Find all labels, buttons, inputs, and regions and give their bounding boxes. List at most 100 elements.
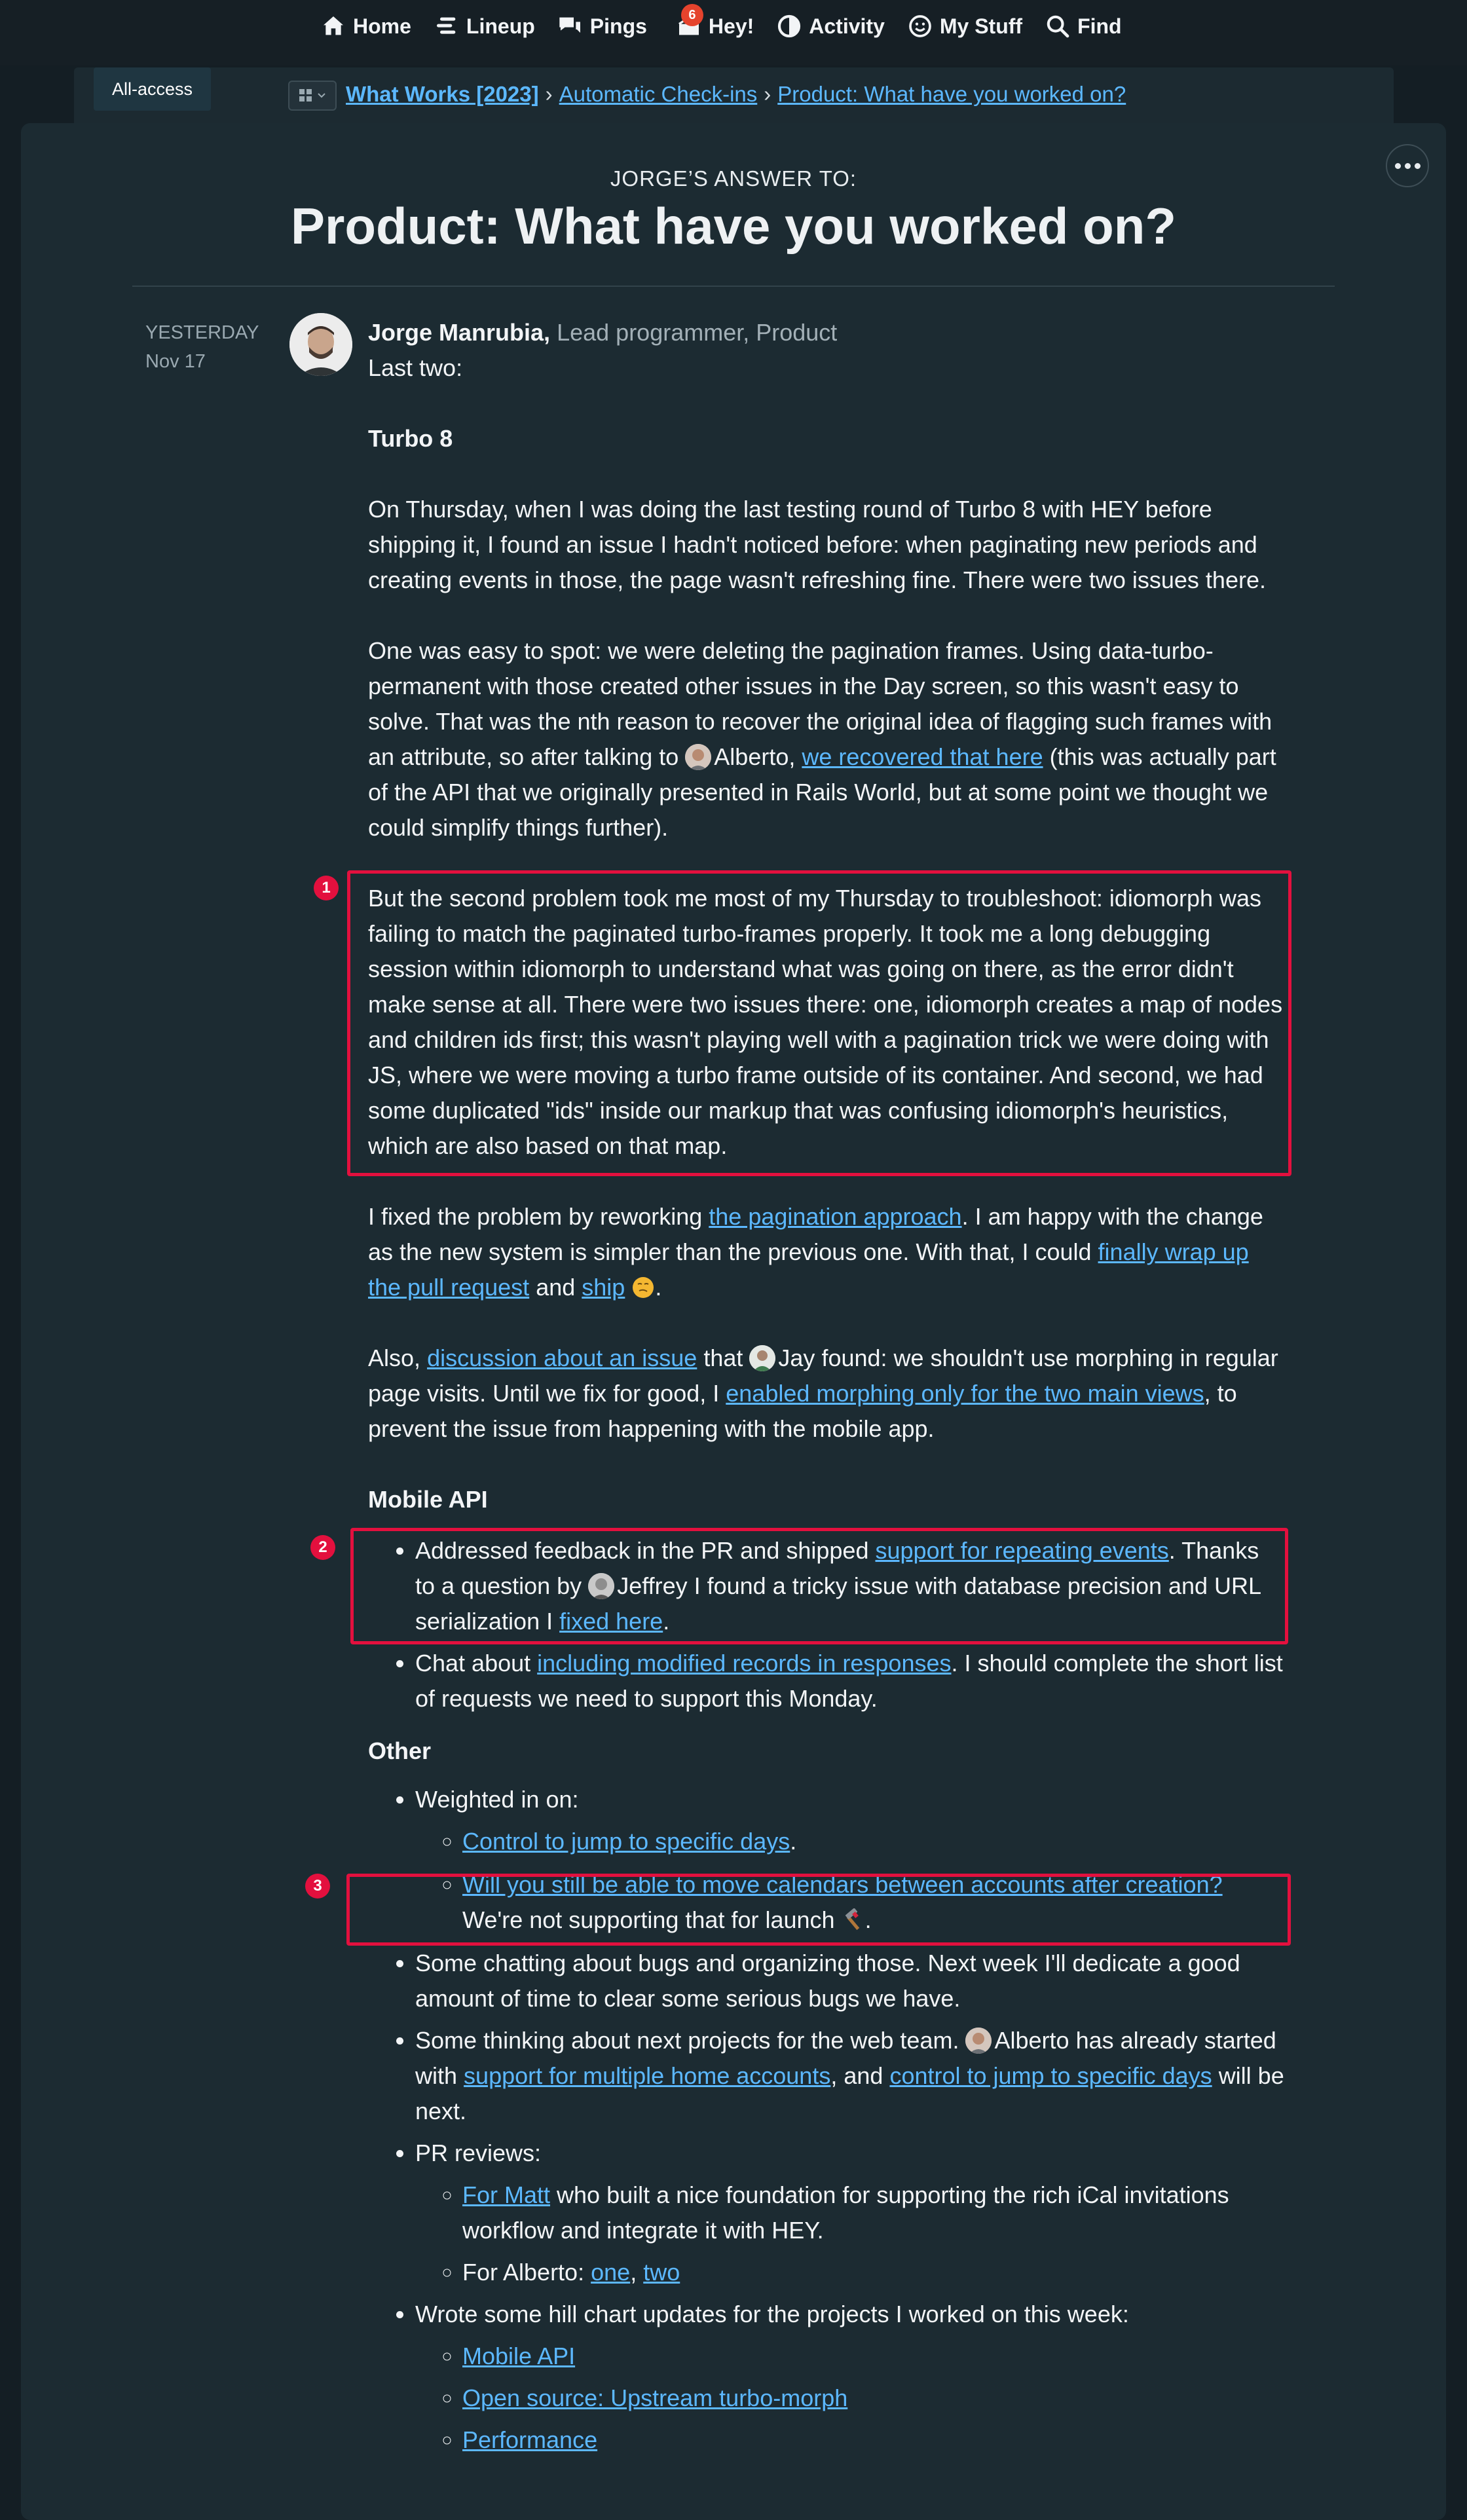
list-item-text: We're not supporting that for launch <box>462 1906 835 1933</box>
post-date: YESTERDAY Nov 17 <box>145 318 259 376</box>
nav-find[interactable]: Find <box>1042 7 1136 46</box>
list-item-text: . <box>790 1828 797 1855</box>
paragraph-4-text: and <box>536 1274 576 1301</box>
nav-home-label: Home <box>353 14 411 38</box>
paragraph-5-text: Also, <box>368 1344 421 1371</box>
nav-home[interactable]: Home <box>318 7 426 46</box>
post-content: Jorge Manrubia, Lead programmer, Product… <box>368 315 1285 2464</box>
intro-text: Last two: <box>368 354 463 381</box>
nav-pings[interactable]: Pings <box>555 7 661 46</box>
grid-icon <box>299 89 312 102</box>
pagination-link[interactable]: the pagination approach <box>709 1203 961 1230</box>
list-item: Control to jump to specific days. <box>462 1824 1285 1859</box>
paragraph-3: But the second problem took me most of m… <box>368 885 1283 1159</box>
mention-alberto[interactable]: Alberto <box>994 2027 1069 2054</box>
mention-jeffrey[interactable]: Jeffrey <box>617 1572 687 1599</box>
paragraph-1: On Thursday, when I was doing the last t… <box>368 496 1266 593</box>
ship-link[interactable]: ship <box>582 1274 625 1301</box>
post-date-relative: YESTERDAY <box>145 322 259 343</box>
annotation-number-2: 2 <box>310 1535 335 1560</box>
avatar[interactable] <box>588 1573 615 1599</box>
paragraph-2: One was easy to spot: we were deleting t… <box>368 633 1285 845</box>
paragraph-4: I fixed the problem by reworking the pag… <box>368 1199 1285 1305</box>
nav-lineup-label: Lineup <box>466 14 535 38</box>
list-item-text: Some thinking about next projects for th… <box>415 2027 959 2054</box>
list-item-text: Weighted in on: <box>415 1786 579 1813</box>
nav-find-label: Find <box>1077 14 1122 38</box>
review-one-link[interactable]: one <box>591 2259 630 2286</box>
jump-days-link[interactable]: Control to jump to specific days <box>462 1828 790 1855</box>
list-item: Will you still be able to move calendars… <box>462 1867 1285 1938</box>
smiley-icon <box>909 15 931 37</box>
paragraph-5-text: that <box>703 1344 743 1371</box>
paragraph-5: Also, discussion about an issue that Jay… <box>368 1341 1285 1447</box>
breadcrumb-project-link[interactable]: What Works [2023] <box>346 82 539 106</box>
project-switcher[interactable] <box>288 81 337 111</box>
review-two-link[interactable]: two <box>643 2259 680 2286</box>
list-item: Some chatting about bugs and organizing … <box>415 1946 1285 2016</box>
search-icon <box>1047 15 1069 38</box>
list-item: For Matt who built a nice foundation for… <box>462 2177 1285 2248</box>
mobile-api-list: Addressed feedback in the PR and shipped… <box>368 1533 1285 1716</box>
jump-days-link-2[interactable]: control to jump to specific days <box>889 2062 1212 2089</box>
list-item: Some thinking about next projects for th… <box>415 2023 1285 2129</box>
modified-records-link[interactable]: including modified records in responses <box>537 1650 951 1677</box>
annotation-number-1: 1 <box>314 876 339 900</box>
author-name[interactable]: Jorge Manrubia, <box>368 319 550 346</box>
nav-my-stuff[interactable]: My Stuff <box>904 7 1037 46</box>
breadcrumb-bar: All-access What Works [2023] › Automatic C… <box>74 67 1394 124</box>
page-title: Product: What have you worked on? <box>290 197 1177 255</box>
hill-performance-link[interactable]: Performance <box>462 2426 597 2453</box>
list-item-text: , and <box>830 2062 883 2089</box>
list-item: For Alberto: one, two <box>462 2255 1285 2290</box>
avatar[interactable] <box>685 744 712 770</box>
move-calendars-link[interactable]: Will you still be able to move calendars… <box>462 1871 1223 1898</box>
lineup-icon <box>436 17 456 34</box>
breadcrumb-separator: › <box>545 82 553 106</box>
morphing-link[interactable]: enabled morphing only for the two main v… <box>726 1380 1204 1407</box>
other-heading: Other <box>368 1737 432 1764</box>
for-matt-link[interactable]: For Matt <box>462 2181 550 2208</box>
nav-hey[interactable]: 6 Hey! <box>667 4 768 46</box>
recovered-link[interactable]: we recovered that here <box>802 743 1043 770</box>
sub-list: For Matt who built a nice foundation for… <box>415 2177 1285 2290</box>
mention-alberto[interactable]: Alberto, <box>714 743 795 770</box>
list-item-text: Chat about <box>415 1650 531 1677</box>
paragraph-4-text: I fixed the problem by reworking <box>368 1203 703 1230</box>
avatar[interactable] <box>965 2028 992 2054</box>
multiple-home-link[interactable]: support for multiple home accounts <box>464 2062 830 2089</box>
hill-turbo-morph-link[interactable]: Open source: Upstream turbo-morph <box>462 2384 847 2411</box>
list-item-text: . <box>663 1608 670 1635</box>
mention-jay[interactable]: Jay <box>778 1344 815 1371</box>
fixed-here-link[interactable]: fixed here <box>559 1608 663 1635</box>
list-item: Mobile API <box>462 2339 1285 2374</box>
answer-eyebrow: JORGE’S ANSWER TO: <box>610 166 857 191</box>
discussion-link[interactable]: discussion about an issue <box>427 1344 697 1371</box>
list-item-text: Wrote some hill chart updates for the pr… <box>415 2301 1129 2327</box>
breadcrumb-tool-link[interactable]: Automatic Check-ins <box>559 82 758 106</box>
chevron-down-icon <box>318 93 325 98</box>
list-item: Performance <box>462 2422 1285 2458</box>
list-item-text: For Alberto: <box>462 2259 585 2286</box>
turbo-heading: Turbo 8 <box>368 425 453 452</box>
list-item-text: . <box>864 1906 872 1933</box>
access-badge[interactable]: All-access <box>94 67 212 111</box>
nav-pings-label: Pings <box>589 14 647 38</box>
post-byline: Jorge Manrubia, Lead programmer, Product <box>368 315 1285 350</box>
avatar[interactable] <box>289 313 352 376</box>
nav-activity-label: Activity <box>809 14 885 38</box>
home-icon <box>324 16 343 35</box>
post-date-absolute: Nov 17 <box>145 351 206 372</box>
avatar[interactable] <box>749 1345 776 1371</box>
hill-mobile-api-link[interactable]: Mobile API <box>462 2343 575 2369</box>
list-item-text: PR reviews: <box>415 2140 542 2166</box>
nav-items: Home Lineup Pings 6 Hey! Activity My Stu… <box>318 4 1136 46</box>
breadcrumb-separator: › <box>764 82 771 106</box>
list-item: Chat about including modified records in… <box>415 1646 1285 1716</box>
nav-lineup[interactable]: Lineup <box>431 7 549 46</box>
breadcrumb-question-link[interactable]: Product: What have you worked on? <box>777 82 1126 106</box>
repeating-events-link[interactable]: support for repeating events <box>876 1537 1169 1564</box>
nav-activity[interactable]: Activity <box>773 7 899 46</box>
list-item-text: who built a nice foundation for supporti… <box>462 2181 1229 2244</box>
list-item: PR reviews: For Matt who built a nice fo… <box>415 2136 1285 2290</box>
